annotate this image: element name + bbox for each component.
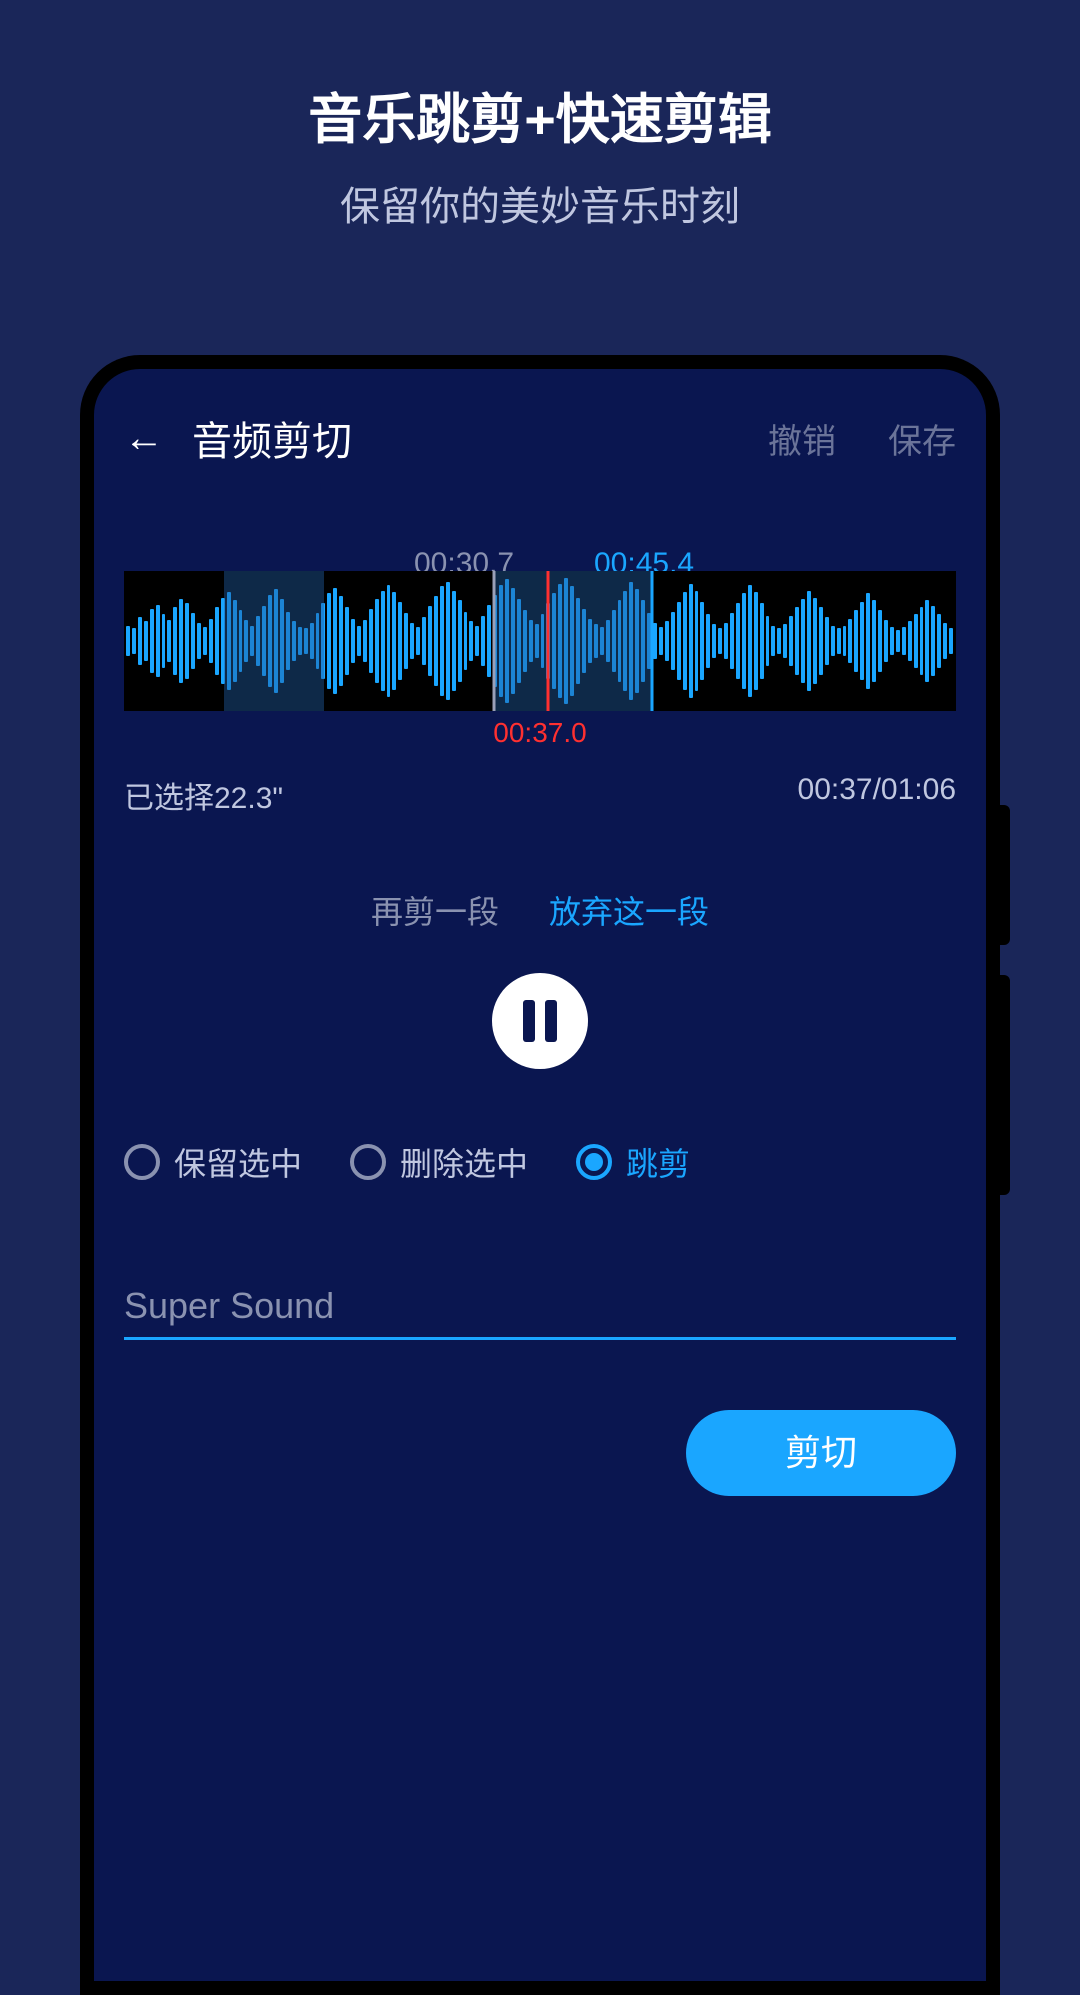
selection-region	[494, 571, 652, 711]
playback-progress: 00:37/01:06	[798, 773, 956, 817]
back-icon[interactable]: ←	[124, 418, 164, 458]
pause-button[interactable]	[492, 973, 588, 1069]
pause-icon	[545, 1000, 557, 1042]
mode-delete-selected[interactable]: 删除选中	[350, 1139, 528, 1185]
phone-side-button	[1000, 975, 1010, 1195]
phone-frame: ← 音频剪切 撤销 保存 00:30.7 00:45.4 00:37.0 已选择…	[80, 355, 1000, 1995]
cut-again-button[interactable]: 再剪一段	[371, 887, 499, 933]
filename-input[interactable]	[124, 1275, 956, 1340]
undo-button[interactable]: 撤销	[768, 414, 836, 463]
radio-icon	[124, 1144, 160, 1180]
waveform[interactable]	[124, 571, 956, 711]
app-screen: ← 音频剪切 撤销 保存 00:30.7 00:45.4 00:37.0 已选择…	[94, 369, 986, 1981]
selection-end-line	[651, 571, 654, 711]
selection-region	[224, 571, 324, 711]
app-header: ← 音频剪切 撤销 保存	[94, 369, 986, 497]
radio-icon	[350, 1144, 386, 1180]
segment-actions: 再剪一段 放弃这一段	[94, 887, 986, 933]
radio-label: 保留选中	[174, 1139, 302, 1185]
promo-title: 音乐跳剪+快速剪辑	[0, 75, 1080, 154]
phone-side-button	[1000, 805, 1010, 945]
radio-icon	[576, 1144, 612, 1180]
playhead[interactable]	[547, 571, 550, 711]
selected-duration: 已选择22.3"	[124, 773, 283, 817]
radio-label: 跳剪	[626, 1139, 690, 1185]
promo-subtitle: 保留你的美妙音乐时刻	[0, 174, 1080, 232]
selection-start-line	[493, 571, 496, 711]
mode-keep-selected[interactable]: 保留选中	[124, 1139, 302, 1185]
cut-button[interactable]: 剪切	[686, 1410, 956, 1496]
playhead-time: 00:37.0	[94, 717, 986, 749]
discard-segment-button[interactable]: 放弃这一段	[549, 887, 709, 933]
filename-field-wrap	[94, 1185, 986, 1340]
time-markers: 00:30.7 00:45.4	[94, 497, 986, 557]
selection-info-row: 已选择22.3" 00:37/01:06	[94, 749, 986, 817]
radio-label: 删除选中	[400, 1139, 528, 1185]
mode-skip-cut[interactable]: 跳剪	[576, 1139, 690, 1185]
save-button[interactable]: 保存	[888, 414, 956, 463]
pause-icon	[523, 1000, 535, 1042]
page-title: 音频剪切	[192, 409, 716, 467]
mode-radio-group: 保留选中 删除选中 跳剪	[94, 1069, 986, 1185]
